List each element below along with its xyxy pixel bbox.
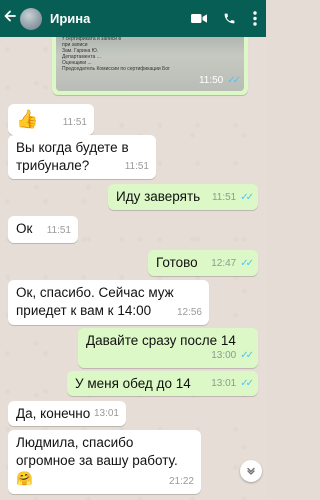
contact-name[interactable]: Ирина xyxy=(50,11,184,26)
incoming-message[interactable]: Ок, спасибо. Сейчас муж приедет к вам к … xyxy=(8,280,209,325)
message-meta: 13:00 ✓✓ xyxy=(211,347,254,365)
message-time: 12:56 xyxy=(176,307,202,318)
message-time: 11:51 xyxy=(211,192,237,203)
read-ticks-icon: ✓✓ xyxy=(227,75,241,86)
message-time: 11:51 xyxy=(62,117,87,128)
message-meta: 11:50 ✓✓ xyxy=(198,72,241,90)
message-time: 12:47 xyxy=(211,258,237,269)
message-text: Людмила, спасибо огромное за вашу работу… xyxy=(16,435,178,486)
message-meta: 21:22 xyxy=(169,473,194,491)
outgoing-message[interactable]: Готово 12:47 ✓✓ xyxy=(148,250,258,276)
phone-icon[interactable] xyxy=(214,0,244,37)
message-meta: 11:51 ✓✓ xyxy=(211,189,254,207)
message-meta: 11:51 xyxy=(47,222,71,240)
message-time: 13:00 xyxy=(211,350,237,361)
more-vertical-icon[interactable] xyxy=(244,0,266,37)
message-meta: 13:01 ✓✓ xyxy=(211,375,254,393)
scroll-down-button[interactable] xyxy=(240,460,262,482)
chevron-down-icon xyxy=(246,465,256,477)
chat-header: Ирина xyxy=(0,0,266,37)
message-meta: 12:56 xyxy=(177,304,202,322)
message-meta: 13:01 xyxy=(94,405,119,423)
incoming-message[interactable]: Да, конечно 13:01 xyxy=(8,401,126,426)
outgoing-message[interactable]: Давайте сразу после 14 13:00 ✓✓ xyxy=(78,328,258,368)
incoming-message[interactable]: Людмила, спасибо огромное за вашу работу… xyxy=(8,430,201,494)
message-meta: 12:47 ✓✓ xyxy=(211,255,254,273)
message-text: Ок, спасибо. Сейчас муж приедет к вам к … xyxy=(16,285,174,318)
incoming-message[interactable]: 👍 11:51 xyxy=(8,104,94,135)
incoming-message[interactable]: Ок 11:51 xyxy=(8,216,78,243)
message-meta: 11:51 xyxy=(125,158,149,176)
outgoing-message[interactable]: У меня обед до 14 13:01 ✓✓ xyxy=(67,371,258,396)
message-list[interactable]: т сертификата и записи в при записи Зам.… xyxy=(0,33,266,500)
incoming-message[interactable]: Вы когда будете в трибунале? 11:51 xyxy=(8,135,156,179)
outgoing-message[interactable]: Иду заверять 11:51 ✓✓ xyxy=(108,184,258,210)
message-time: 11:51 xyxy=(46,225,71,236)
image-message[interactable]: т сертификата и записи в при записи Зам.… xyxy=(52,33,248,95)
message-time: 11:51 xyxy=(124,161,149,172)
read-ticks-icon: ✓✓ xyxy=(240,258,254,269)
message-time: 13:01 xyxy=(93,408,119,419)
message-meta: 11:51 xyxy=(63,114,87,132)
read-ticks-icon: ✓✓ xyxy=(240,350,254,361)
video-camera-icon[interactable] xyxy=(184,0,214,37)
message-time: 21:22 xyxy=(168,476,194,487)
read-ticks-icon: ✓✓ xyxy=(240,192,254,203)
avatar[interactable] xyxy=(20,7,42,30)
message-time: 11:50 xyxy=(198,75,224,86)
read-ticks-icon: ✓✓ xyxy=(240,378,254,389)
back-arrow-icon[interactable] xyxy=(3,0,19,37)
message-time: 13:01 xyxy=(211,378,237,389)
